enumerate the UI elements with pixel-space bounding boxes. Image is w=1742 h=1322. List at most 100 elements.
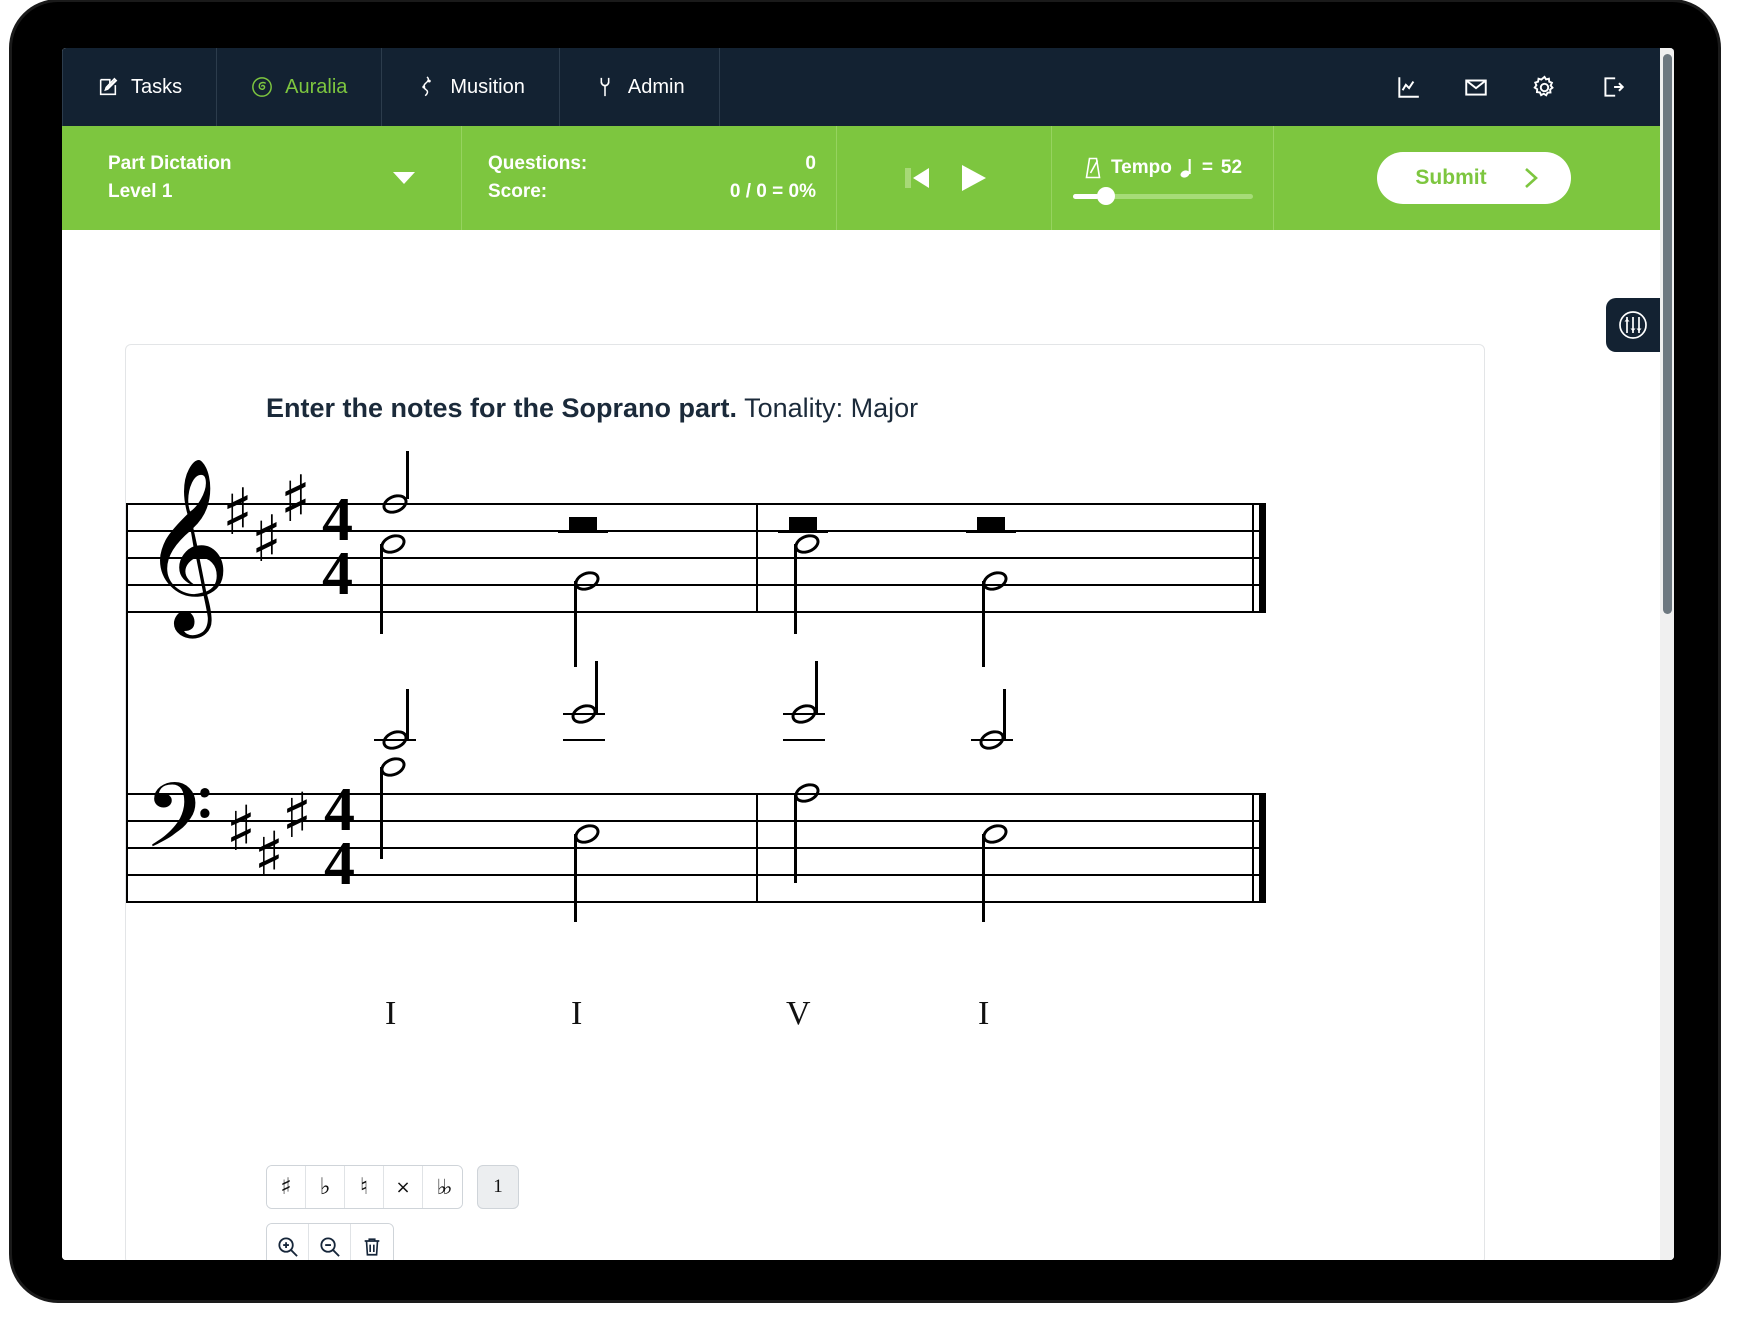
submit-button[interactable]: Submit	[1377, 152, 1571, 204]
accidental-toolbar: ♯ ♭ ♮ × ♭♭ 1	[266, 1165, 519, 1209]
time-signature-denominator: 4	[324, 830, 355, 898]
reports-chart-icon[interactable]	[1395, 74, 1421, 100]
vertical-scrollbar-thumb[interactable]	[1663, 54, 1672, 614]
flat-button[interactable]: ♭	[306, 1166, 345, 1208]
nav-item-admin[interactable]: Admin	[560, 48, 720, 126]
nav-label-tasks: Tasks	[131, 75, 183, 98]
note-stem	[380, 544, 383, 634]
exercise-level: Level 1	[108, 181, 173, 202]
tempo-slider[interactable]	[1072, 187, 1253, 205]
nav-item-auralia[interactable]: Auralia	[217, 48, 383, 126]
note-stem	[574, 834, 577, 922]
tempo-equals: =	[1201, 157, 1213, 178]
roman-numeral[interactable]: I	[978, 995, 989, 1033]
note-stem	[595, 661, 598, 713]
top-navigation-bar: Tasks Auralia Musition Admin	[62, 48, 1674, 126]
note-stem	[1003, 689, 1006, 739]
musition-clef-icon	[416, 75, 438, 99]
ledger-line	[783, 739, 825, 741]
magnifier-plus-icon	[276, 1235, 299, 1258]
zoom-button-group	[266, 1223, 394, 1260]
sharp-button[interactable]: ♯	[267, 1166, 306, 1208]
prompt-bold: Enter the notes for the Soprano part.	[266, 393, 738, 423]
nav-label-musition: Musition	[450, 75, 525, 98]
bass-staff[interactable]: 𝄢 ♯ ♯ ♯ 4 4	[126, 503, 1486, 965]
tempo-slider-thumb[interactable]	[1096, 187, 1115, 205]
exercise-selector[interactable]: Part Dictation Level 1	[62, 126, 462, 230]
natural-button[interactable]: ♮	[345, 1166, 384, 1208]
exercise-prompt: Enter the notes for the Soprano part. To…	[266, 393, 918, 424]
treble-staff[interactable]: 𝄞 ♯ ♯ ♯ 4 4	[126, 451, 1486, 667]
mail-icon[interactable]	[1463, 74, 1489, 100]
zoom-toolbar	[266, 1223, 394, 1260]
staff-line	[126, 901, 1266, 903]
music-notation-area[interactable]: 𝄞 ♯ ♯ ♯ 4 4 𝄢 ♯ ♯ ♯ 4 4 I I V I	[126, 451, 1486, 1115]
tempo-control: Tempo = 52	[1052, 126, 1274, 230]
roman-numeral[interactable]: I	[571, 995, 582, 1033]
skip-to-start-icon[interactable]	[898, 160, 934, 196]
nav-label-auralia: Auralia	[285, 75, 348, 98]
tablet-bezel: Tasks Auralia Musition Admin Part Dictat…	[12, 2, 1718, 1300]
app-screen: Tasks Auralia Musition Admin Part Dictat…	[62, 48, 1674, 1260]
tempo-value: 52	[1220, 157, 1243, 178]
half-rest[interactable]	[569, 517, 597, 530]
main-content: Enter the notes for the Soprano part. To…	[62, 230, 1660, 1260]
zoom-out-button[interactable]	[309, 1224, 351, 1260]
note-stem	[574, 581, 577, 667]
roman-numeral[interactable]: V	[786, 995, 811, 1033]
logout-icon[interactable]	[1600, 74, 1626, 100]
nav-label-admin: Admin	[627, 75, 685, 98]
prompt-tonality: Tonality: Major	[744, 393, 919, 423]
questions-value: 0	[805, 152, 816, 174]
auralia-spiral-icon	[251, 76, 273, 98]
half-rest-line	[966, 530, 1016, 533]
exercise-toolbar: Part Dictation Level 1 Questions: 0 Scor…	[62, 126, 1674, 230]
double-sharp-button[interactable]: ×	[384, 1166, 423, 1208]
note-stem	[380, 767, 383, 859]
pencil-square-icon	[97, 76, 119, 98]
submit-button-label: Submit	[1415, 166, 1487, 189]
submit-area: Submit	[1274, 126, 1674, 230]
transport-controls	[837, 126, 1052, 230]
barline	[756, 503, 758, 613]
nav-right-icon-group	[1395, 48, 1674, 126]
settings-panel-toggle[interactable]	[1606, 298, 1660, 352]
bass-clef: 𝄢	[144, 765, 214, 890]
score-label: Score:	[488, 181, 548, 202]
quarter-note-icon	[1180, 157, 1194, 179]
scrollbar-gutter	[1660, 48, 1674, 1260]
key-sharp-1: ♯	[226, 792, 257, 865]
key-sharp-2: ♯	[251, 503, 282, 577]
chevron-down-icon[interactable]	[393, 172, 415, 184]
double-flat-button[interactable]: ♭♭	[423, 1166, 462, 1208]
score-value: 0 / 0 = 0%	[729, 181, 816, 202]
ledger-line	[563, 739, 605, 741]
half-rest-line	[558, 530, 608, 533]
note-stem	[794, 793, 797, 883]
exercise-name: Part Dictation	[108, 153, 232, 175]
half-rest-line	[778, 530, 828, 533]
tablet-screen-area: Tasks Auralia Musition Admin Part Dictat…	[62, 48, 1674, 1260]
roman-numeral-row: I I V I	[126, 995, 1486, 1045]
zoom-in-button[interactable]	[267, 1224, 309, 1260]
nav-item-musition[interactable]: Musition	[382, 48, 560, 126]
tempo-label: Tempo	[1110, 157, 1172, 178]
roman-numeral[interactable]: I	[385, 995, 396, 1033]
nav-item-tasks[interactable]: Tasks	[62, 48, 218, 126]
play-icon[interactable]	[956, 160, 990, 196]
accidental-button-group: ♯ ♭ ♮ × ♭♭	[266, 1165, 463, 1209]
gear-icon[interactable]	[1531, 74, 1558, 101]
note-stem	[982, 834, 985, 922]
half-rest[interactable]	[789, 517, 817, 530]
staff-line	[126, 584, 1266, 586]
exercise-selector-labels: Part Dictation Level 1	[108, 150, 232, 205]
note-stem	[406, 689, 409, 739]
half-rest[interactable]	[977, 517, 1005, 530]
delete-button[interactable]	[351, 1224, 393, 1260]
tempo-slider-fill	[1072, 194, 1099, 199]
tempo-readout: Tempo = 52	[1083, 156, 1242, 180]
voice-select-button[interactable]: 1	[477, 1165, 519, 1209]
note-stem	[815, 661, 818, 713]
staff-line	[126, 557, 1266, 559]
staff-line	[126, 611, 1266, 613]
